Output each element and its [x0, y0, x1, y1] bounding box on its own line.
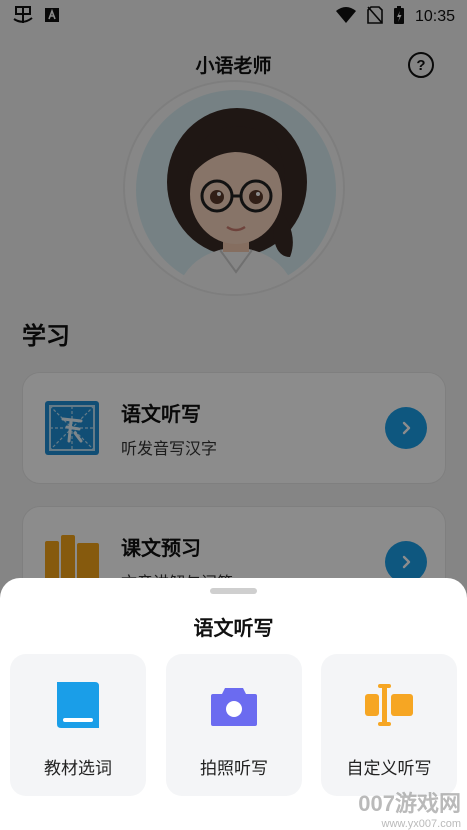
sheet-title: 语文听写: [193, 616, 274, 640]
book-icon: [53, 680, 103, 730]
watermark-text: 007游戏网: [358, 791, 461, 816]
watermark-url: www.yx007.com: [381, 818, 461, 830]
option-label: 自定义听写: [346, 759, 432, 779]
option-label: 教材选词: [44, 759, 112, 779]
text-cursor-icon: [364, 680, 414, 730]
option-label: 拍照听写: [200, 759, 268, 779]
camera-icon: [209, 680, 259, 730]
option-textbook-words[interactable]: 教材选词: [10, 654, 146, 796]
option-custom-dictation[interactable]: 自定义听写: [321, 654, 457, 796]
option-photo-dictation[interactable]: 拍照听写: [166, 654, 302, 796]
watermark: 007游戏网 www.yx007.com: [358, 786, 461, 830]
sheet-drag-handle[interactable]: [210, 588, 257, 594]
